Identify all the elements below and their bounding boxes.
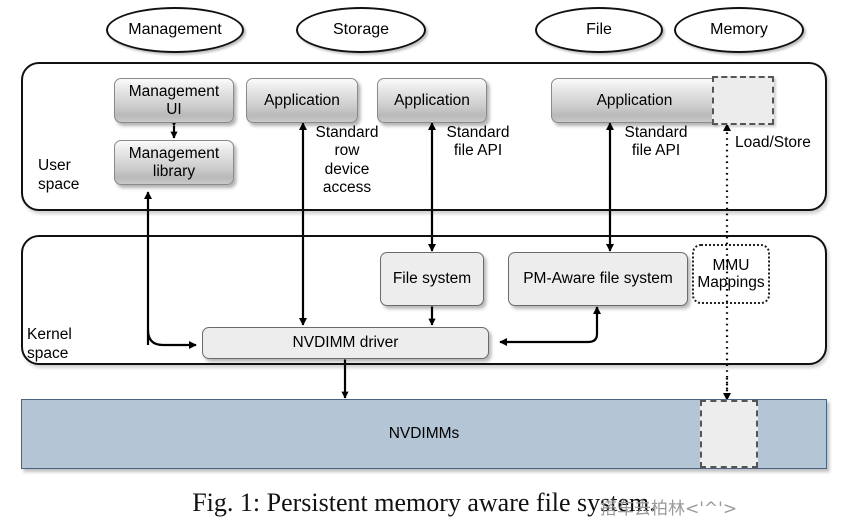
category-label: Memory xyxy=(710,20,768,38)
arrow-label-standard-file-api-1: Standard file API xyxy=(446,124,510,160)
nvdimms-mapped-slot xyxy=(700,400,758,468)
arrow-label-load-store: Load/Store xyxy=(735,134,811,151)
node-application-2[interactable]: Application xyxy=(377,78,487,123)
node-application-3[interactable]: Application xyxy=(551,78,718,123)
node-file-system[interactable]: File system xyxy=(380,252,484,306)
category-ellipse-storage: Storage xyxy=(296,7,426,53)
node-label: PM-Aware file system xyxy=(523,270,673,288)
node-label: NVDIMM driver xyxy=(292,334,399,352)
node-label: MMU Mappings xyxy=(697,256,765,291)
node-label: Application xyxy=(264,91,340,109)
category-label: File xyxy=(586,20,612,38)
category-label: Storage xyxy=(332,20,390,38)
node-management-ui[interactable]: Management UI xyxy=(114,78,234,123)
node-label: Application xyxy=(394,91,470,109)
node-mmu-mappings: MMU Mappings xyxy=(692,244,770,304)
kernel-space-label: Kernel space xyxy=(27,326,72,362)
node-label: File system xyxy=(392,270,472,288)
category-label: Management xyxy=(128,20,222,38)
node-label: Management UI xyxy=(128,82,220,118)
figure-canvas: Management Storage File Memory User spac… xyxy=(0,0,848,530)
arrow-label-standard-file-api-2: Standard file API xyxy=(624,124,688,160)
category-ellipse-management: Management xyxy=(106,7,244,53)
node-nvdimm-driver[interactable]: NVDIMM driver xyxy=(202,327,489,359)
watermark-text: 搭车去柏林<'^'> xyxy=(600,499,738,519)
node-pm-aware-file-system[interactable]: PM-Aware file system xyxy=(508,252,688,306)
node-label: Management library xyxy=(128,144,220,180)
application-mapped-region xyxy=(712,76,774,125)
node-label: Application xyxy=(596,91,673,109)
node-application-1[interactable]: Application xyxy=(246,78,358,123)
node-management-library[interactable]: Management library xyxy=(114,140,234,185)
category-ellipse-memory: Memory xyxy=(674,7,804,53)
node-label: NVDIMMs xyxy=(388,425,460,443)
category-ellipse-file: File xyxy=(535,7,663,53)
arrow-label-standard-row-device-access: Standard row device access xyxy=(315,124,379,196)
user-space-label: User space xyxy=(38,157,80,193)
